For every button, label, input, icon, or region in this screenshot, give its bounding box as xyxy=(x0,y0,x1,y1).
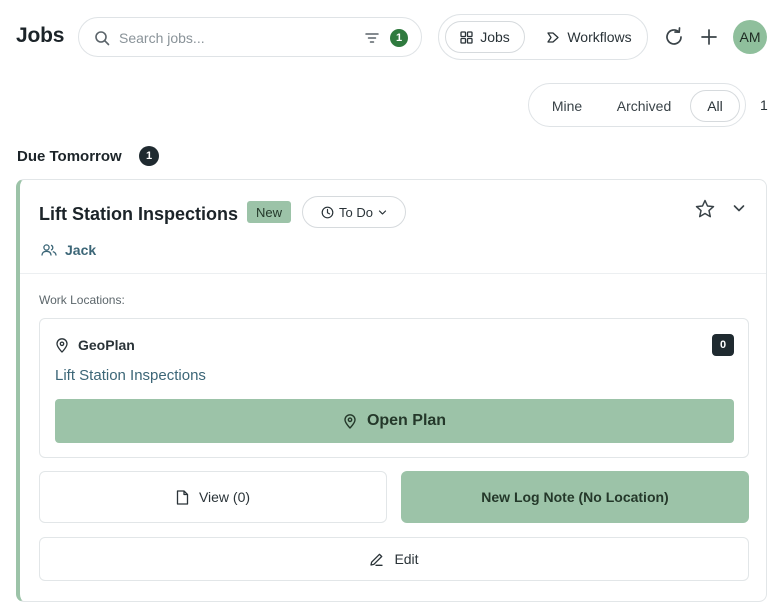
collapse-button[interactable] xyxy=(731,200,747,216)
assignee-name: Jack xyxy=(65,242,97,258)
refresh-icon xyxy=(662,25,686,49)
clock-icon xyxy=(321,206,334,219)
view-logs-button[interactable]: View (0) xyxy=(39,471,387,523)
status-dropdown[interactable]: To Do xyxy=(302,196,406,228)
search-icon xyxy=(94,30,110,46)
star-icon xyxy=(694,198,716,220)
tab-jobs-label: Jobs xyxy=(480,29,510,45)
file-icon xyxy=(176,489,189,505)
view-switch: Jobs Workflows xyxy=(438,14,648,60)
map-pin-icon xyxy=(343,413,357,429)
chevron-down-icon xyxy=(378,208,387,217)
result-count: 1 xyxy=(760,97,768,113)
tab-jobs[interactable]: Jobs xyxy=(445,21,525,53)
location-name: GeoPlan xyxy=(55,337,135,353)
assignee: Jack xyxy=(41,242,96,258)
tab-workflows[interactable]: Workflows xyxy=(535,21,643,53)
divider xyxy=(20,273,766,274)
filter-archived[interactable]: Archived xyxy=(607,90,681,122)
open-plan-label: Open Plan xyxy=(366,412,447,429)
users-icon xyxy=(41,243,57,257)
pencil-icon xyxy=(369,552,384,567)
work-locations-label: Work Locations: xyxy=(39,293,125,307)
page-title: Jobs xyxy=(16,24,65,47)
section-count-badge: 1 xyxy=(139,146,159,166)
new-log-note-button[interactable]: New Log Note (No Location) xyxy=(401,471,749,523)
plus-icon xyxy=(697,25,721,49)
chevron-down-icon xyxy=(731,200,747,216)
workflow-icon xyxy=(546,31,560,44)
location-link[interactable]: Lift Station Inspections xyxy=(55,367,206,384)
job-title: Lift Station Inspections xyxy=(39,204,239,224)
search-bar: 1 xyxy=(78,17,422,57)
view-logs-label: View (0) xyxy=(198,489,251,505)
filter-mine[interactable]: Mine xyxy=(539,90,595,122)
ownership-filter: Mine Archived All xyxy=(528,83,746,127)
status-badge: New xyxy=(247,201,292,223)
edit-label: Edit xyxy=(394,551,419,567)
favorite-button[interactable] xyxy=(694,198,716,220)
filter-icon[interactable] xyxy=(364,30,380,46)
filter-count-badge: 1 xyxy=(390,29,408,47)
work-location-card: GeoPlan 0 Lift Station Inspections Open … xyxy=(39,318,749,458)
filter-all[interactable]: All xyxy=(690,90,740,122)
map-pin-icon xyxy=(55,337,69,353)
edit-button[interactable]: Edit xyxy=(39,537,749,581)
status-label: To Do xyxy=(339,204,373,220)
section-title: Due Tomorrow xyxy=(17,148,122,165)
search-input[interactable] xyxy=(119,27,349,49)
grid-icon xyxy=(460,30,473,44)
avatar[interactable]: AM xyxy=(733,20,767,54)
tab-workflows-label: Workflows xyxy=(567,29,632,45)
job-card: Lift Station Inspections New To Do Jack … xyxy=(16,179,767,602)
refresh-button[interactable] xyxy=(662,25,686,49)
add-job-button[interactable] xyxy=(697,25,721,49)
open-plan-button[interactable]: Open Plan xyxy=(55,399,734,443)
location-name-text: GeoPlan xyxy=(78,337,135,353)
location-count-badge: 0 xyxy=(712,334,734,356)
